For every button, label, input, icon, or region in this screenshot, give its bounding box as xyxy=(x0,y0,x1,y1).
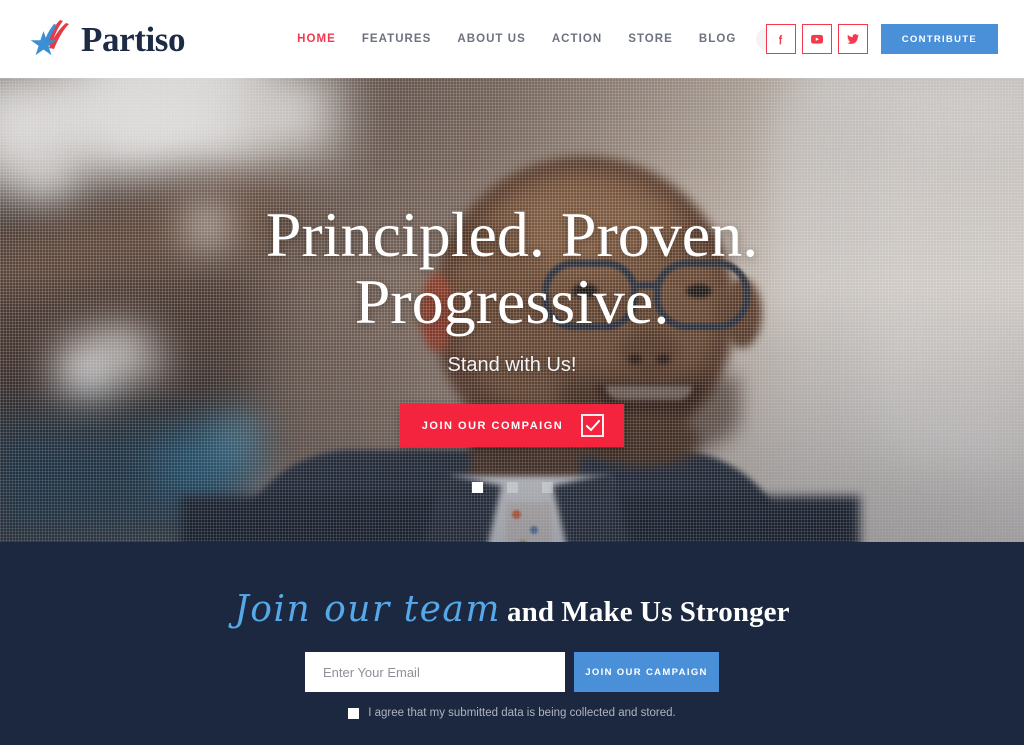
nav-item-about-us[interactable]: ABOUT US xyxy=(457,33,525,45)
consent-checkbox[interactable] xyxy=(348,707,360,719)
nav-item-action[interactable]: ACTION xyxy=(552,33,602,45)
email-input[interactable] xyxy=(305,652,565,692)
newsletter-heading-bold: and Make Us Stronger xyxy=(507,596,790,628)
hero-subtitle: Stand with Us! xyxy=(447,354,577,377)
newsletter-form: JOIN OUR CAMPAIGN xyxy=(0,652,1024,692)
main-navigation: HOME FEATURES ABOUT US ACTION STORE BLOG xyxy=(297,28,779,50)
hero-title: Principled. Proven. Progressive. xyxy=(265,199,759,337)
brand-logo[interactable]: Partiso xyxy=(28,18,186,60)
newsletter-heading: Join our team and Make Us Stronger xyxy=(0,589,1024,630)
newsletter-section: Join our teamand Make Us Stronger JOIN O… xyxy=(0,542,1024,745)
hero-title-line-2: Progressive. xyxy=(354,265,670,337)
twitter-icon[interactable] xyxy=(837,24,868,54)
star-swoosh-logo-icon xyxy=(30,20,69,56)
carousel-dot-3[interactable] xyxy=(541,482,553,493)
checkbox-check-icon xyxy=(581,414,605,438)
newsletter-heading-script: Join our team xyxy=(234,589,501,630)
nav-item-features[interactable]: FEATURES xyxy=(362,33,432,45)
nav-item-home[interactable]: HOME xyxy=(297,33,336,45)
hero-section: Principled. Proven. Progressive. Stand w… xyxy=(0,78,1024,542)
brand-name: Partiso xyxy=(81,19,186,59)
facebook-icon[interactable] xyxy=(765,24,796,54)
join-campaign-submit-button[interactable]: JOIN OUR CAMPAIGN xyxy=(574,652,719,692)
nav-item-blog[interactable]: BLOG xyxy=(699,33,736,45)
join-campaign-hero-label: JOIN OUR COMPAIGN xyxy=(421,419,564,432)
consent-row: I agree that my submitted data is being … xyxy=(0,707,1024,719)
carousel-dot-2[interactable] xyxy=(506,482,518,493)
hero-carousel-indicators xyxy=(0,482,1024,493)
site-header: Partiso HOME FEATURES ABOUT US ACTION ST… xyxy=(0,0,1024,78)
header-actions: CONTRIBUTE xyxy=(765,0,998,78)
contribute-button[interactable]: CONTRIBUTE xyxy=(880,24,998,54)
join-campaign-hero-button[interactable]: JOIN OUR COMPAIGN xyxy=(399,404,625,448)
carousel-dot-1[interactable] xyxy=(471,482,483,493)
hero-content: Principled. Proven. Progressive. Stand w… xyxy=(0,78,1024,542)
hero-title-line-1: Principled. Proven. xyxy=(265,199,759,270)
youtube-icon[interactable] xyxy=(801,24,832,54)
landing-page: Partiso HOME FEATURES ABOUT US ACTION ST… xyxy=(0,0,1024,745)
nav-item-store[interactable]: STORE xyxy=(628,33,673,45)
consent-label: I agree that my submitted data is being … xyxy=(368,707,676,719)
